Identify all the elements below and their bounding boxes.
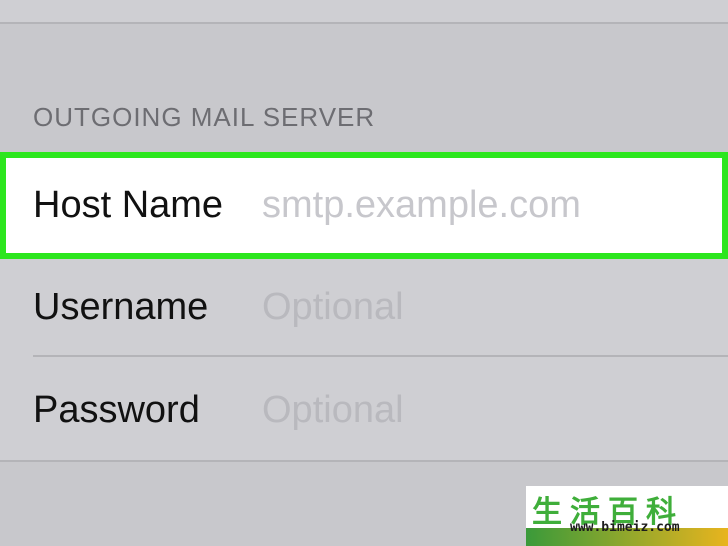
previous-row xyxy=(0,0,728,24)
username-label: Username xyxy=(33,286,209,328)
host-name-row[interactable]: Host Name xyxy=(0,152,728,259)
watermark-logo: 生活百科 www.bimeiz.com xyxy=(526,486,728,546)
host-name-input[interactable] xyxy=(262,184,702,227)
watermark-url: www.bimeiz.com xyxy=(570,520,680,535)
username-row[interactable]: Username xyxy=(0,254,728,357)
password-row[interactable]: Password xyxy=(0,357,728,460)
host-name-label: Host Name xyxy=(33,184,224,226)
password-input[interactable] xyxy=(262,389,702,432)
username-input[interactable] xyxy=(262,286,702,329)
section-header-outgoing-mail-server: OUTGOING MAIL SERVER xyxy=(33,102,376,132)
outgoing-server-settings-group: Host Name Username Password xyxy=(0,152,728,462)
password-label: Password xyxy=(33,389,200,431)
